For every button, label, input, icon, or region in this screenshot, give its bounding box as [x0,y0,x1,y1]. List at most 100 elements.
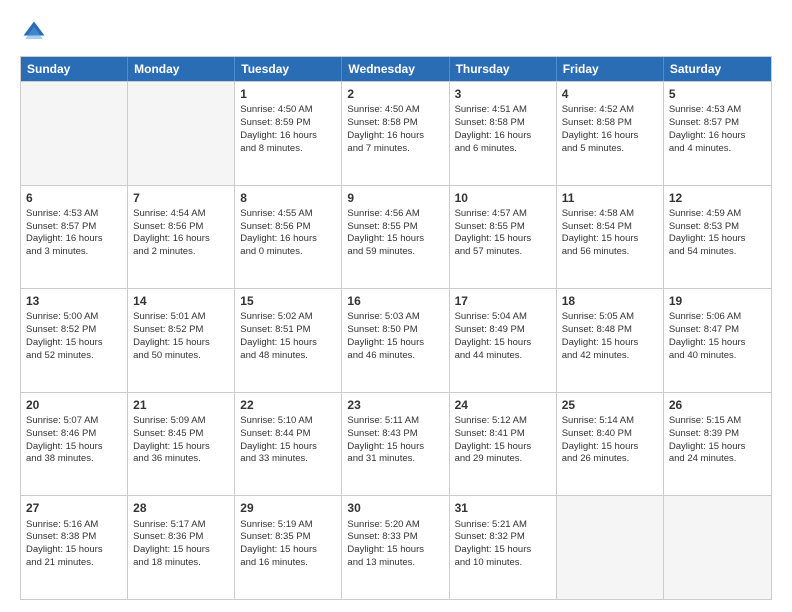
day-info: Sunset: 8:56 PM [240,221,336,234]
day-info: Daylight: 15 hours [26,441,122,454]
day-number: 26 [669,397,766,413]
day-info: and 48 minutes. [240,350,336,363]
calendar-cell: 20Sunrise: 5:07 AMSunset: 8:46 PMDayligh… [21,393,128,496]
day-info: Daylight: 16 hours [347,130,443,143]
day-number: 16 [347,293,443,309]
calendar-cell: 4Sunrise: 4:52 AMSunset: 8:58 PMDaylight… [557,82,664,185]
calendar-cell: 13Sunrise: 5:00 AMSunset: 8:52 PMDayligh… [21,289,128,392]
day-info: and 26 minutes. [562,453,658,466]
calendar-cell: 24Sunrise: 5:12 AMSunset: 8:41 PMDayligh… [450,393,557,496]
day-info: Sunset: 8:47 PM [669,324,766,337]
day-number: 28 [133,500,229,516]
day-info: Sunset: 8:46 PM [26,428,122,441]
day-info: Sunrise: 4:50 AM [347,104,443,117]
day-info: Sunrise: 5:16 AM [26,519,122,532]
calendar-cell: 3Sunrise: 4:51 AMSunset: 8:58 PMDaylight… [450,82,557,185]
day-info: Sunset: 8:48 PM [562,324,658,337]
calendar-cell [21,82,128,185]
day-info: Sunrise: 5:14 AM [562,415,658,428]
day-number: 22 [240,397,336,413]
header [20,18,772,46]
day-info: Sunset: 8:55 PM [455,221,551,234]
day-info: Sunset: 8:58 PM [347,117,443,130]
calendar-week: 6Sunrise: 4:53 AMSunset: 8:57 PMDaylight… [21,185,771,289]
day-number: 8 [240,190,336,206]
calendar-cell: 19Sunrise: 5:06 AMSunset: 8:47 PMDayligh… [664,289,771,392]
day-info: Sunset: 8:57 PM [26,221,122,234]
day-info: Daylight: 15 hours [347,337,443,350]
calendar-cell: 1Sunrise: 4:50 AMSunset: 8:59 PMDaylight… [235,82,342,185]
day-info: Daylight: 15 hours [240,544,336,557]
calendar-cell: 31Sunrise: 5:21 AMSunset: 8:32 PMDayligh… [450,496,557,599]
day-info: Daylight: 15 hours [240,441,336,454]
day-info: Daylight: 15 hours [562,233,658,246]
day-info: and 54 minutes. [669,246,766,259]
day-number: 7 [133,190,229,206]
day-number: 10 [455,190,551,206]
day-info: and 24 minutes. [669,453,766,466]
day-info: Sunrise: 5:09 AM [133,415,229,428]
day-number: 21 [133,397,229,413]
day-info: Daylight: 15 hours [455,544,551,557]
day-info: Sunrise: 5:17 AM [133,519,229,532]
calendar-header-cell: Wednesday [342,57,449,81]
day-info: and 46 minutes. [347,350,443,363]
calendar-week: 27Sunrise: 5:16 AMSunset: 8:38 PMDayligh… [21,495,771,599]
day-info: Daylight: 16 hours [26,233,122,246]
day-info: and 57 minutes. [455,246,551,259]
calendar-cell: 17Sunrise: 5:04 AMSunset: 8:49 PMDayligh… [450,289,557,392]
day-info: Sunrise: 4:50 AM [240,104,336,117]
day-info: Sunrise: 5:15 AM [669,415,766,428]
day-info: and 33 minutes. [240,453,336,466]
calendar-week: 20Sunrise: 5:07 AMSunset: 8:46 PMDayligh… [21,392,771,496]
day-info: Sunset: 8:52 PM [133,324,229,337]
day-info: and 5 minutes. [562,143,658,156]
day-number: 13 [26,293,122,309]
logo [20,18,52,46]
calendar-cell: 22Sunrise: 5:10 AMSunset: 8:44 PMDayligh… [235,393,342,496]
day-info: Sunrise: 4:53 AM [26,208,122,221]
day-info: Sunrise: 5:12 AM [455,415,551,428]
day-info: and 50 minutes. [133,350,229,363]
day-info: Sunrise: 4:52 AM [562,104,658,117]
day-info: and 40 minutes. [669,350,766,363]
calendar-cell: 15Sunrise: 5:02 AMSunset: 8:51 PMDayligh… [235,289,342,392]
day-info: Sunrise: 4:51 AM [455,104,551,117]
day-info: Sunrise: 5:03 AM [347,311,443,324]
day-info: Sunset: 8:58 PM [562,117,658,130]
day-number: 23 [347,397,443,413]
calendar-cell [664,496,771,599]
day-info: Sunset: 8:38 PM [26,531,122,544]
calendar-cell: 26Sunrise: 5:15 AMSunset: 8:39 PMDayligh… [664,393,771,496]
day-info: Sunset: 8:52 PM [26,324,122,337]
day-number: 15 [240,293,336,309]
day-info: Daylight: 16 hours [562,130,658,143]
day-number: 3 [455,86,551,102]
day-info: Sunset: 8:56 PM [133,221,229,234]
day-info: and 3 minutes. [26,246,122,259]
day-info: and 42 minutes. [562,350,658,363]
day-info: Sunrise: 5:04 AM [455,311,551,324]
calendar-cell [128,82,235,185]
day-info: Sunrise: 5:02 AM [240,311,336,324]
calendar-cell: 6Sunrise: 4:53 AMSunset: 8:57 PMDaylight… [21,186,128,289]
calendar-header-cell: Thursday [450,57,557,81]
day-number: 17 [455,293,551,309]
day-info: and 8 minutes. [240,143,336,156]
day-info: Sunrise: 5:01 AM [133,311,229,324]
day-info: and 10 minutes. [455,557,551,570]
day-number: 2 [347,86,443,102]
day-info: Sunset: 8:51 PM [240,324,336,337]
day-info: Daylight: 15 hours [26,337,122,350]
day-info: Daylight: 15 hours [669,233,766,246]
day-info: and 38 minutes. [26,453,122,466]
calendar-header-cell: Tuesday [235,57,342,81]
day-info: Daylight: 16 hours [455,130,551,143]
calendar-header-cell: Friday [557,57,664,81]
day-info: Sunrise: 5:10 AM [240,415,336,428]
day-info: Sunset: 8:43 PM [347,428,443,441]
day-info: Daylight: 15 hours [669,441,766,454]
logo-icon [20,18,48,46]
day-info: Daylight: 15 hours [562,337,658,350]
calendar-week: 13Sunrise: 5:00 AMSunset: 8:52 PMDayligh… [21,288,771,392]
